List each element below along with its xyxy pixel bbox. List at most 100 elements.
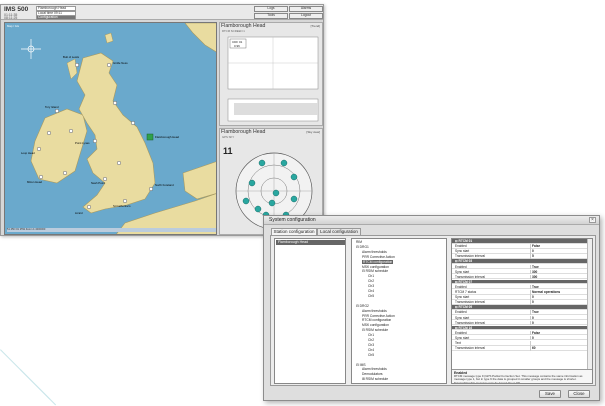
tools-button[interactable]: Tools [254,13,288,19]
property-row[interactable]: Transmission interval 0 [452,320,588,326]
logs-button[interactable]: Logs [254,6,288,12]
property-row[interactable]: Transmission interval 0 [452,300,588,305]
panel-right-label[interactable]: [Trend] [311,24,320,28]
save-button[interactable]: Save [539,390,561,398]
tree-item[interactable]: Alarm thresholds [362,250,387,254]
map-station-label[interactable]: Butt of Lewis [63,55,79,59]
property-value[interactable]: 0 [532,295,534,299]
tree-item[interactable]: ⊟ RSIM schedule [362,269,388,273]
property-key: Enabled [455,264,467,269]
property-section[interactable]: ⊟ RTCM 09 [452,305,588,310]
tree-item[interactable]: Ch4 [368,289,374,293]
tree-item[interactable]: RTCM configuration [362,259,394,264]
map-status-bar: 51 45N 01 25W Zoom 1:4000000 [7,228,216,232]
tree-item[interactable]: ⊟ RSIM schedule [362,328,388,332]
property-row[interactable]: Enabled False [452,330,588,336]
station-list-item[interactable]: Flamborough Head [276,240,345,245]
property-row[interactable]: Enabled True [452,264,588,269]
config-tree[interactable]: RIM ⊟ DRG1 Alarm thresholds PRR Corrective … [351,238,447,384]
property-value[interactable]: 0 [532,321,534,325]
map-station-label[interactable]: Tory Island [45,105,59,109]
property-value[interactable]: True [532,265,539,269]
close-button[interactable]: Close [568,390,590,398]
property-row[interactable]: RTCM 7 status Normal operations [452,290,588,295]
map-station-label[interactable]: Lizard [75,211,83,215]
property-value[interactable]: Normal operations [532,290,560,294]
property-key: ⊟ RTCM 09 [455,305,473,310]
property-row[interactable]: Enabled True [452,284,588,290]
tree-item[interactable]: Ch5 [368,294,374,298]
map-station-label[interactable]: Point Lynas [75,141,90,145]
property-row[interactable]: Sync start 0 [452,295,588,300]
property-value[interactable]: True [532,310,539,314]
property-value[interactable]: True [532,285,539,289]
property-section[interactable]: ⊟ RTCM 07 [452,279,588,285]
map-station-label[interactable]: Mizen Head [27,180,42,184]
property-value[interactable]: 60 [532,346,536,350]
property-value[interactable]: False [532,331,540,335]
property-value[interactable]: 0 [532,316,534,320]
tree-item[interactable]: Ch3 [368,284,374,288]
station-list[interactable]: Flamborough Head [274,238,346,384]
tree-item[interactable]: MSK configuration [362,265,389,269]
tree-item[interactable]: ⊟ DRG1 [356,245,369,249]
property-row[interactable]: Text [452,341,588,346]
tree-item[interactable]: Ch5 [368,353,374,357]
tree-item[interactable]: PRR Corrective Action [362,255,395,259]
property-value[interactable]: 5 [532,254,534,258]
tree-item[interactable]: ⊞ RSIM schedule [362,377,388,381]
map-station-label[interactable]: North Foreland [155,183,174,187]
property-divider [530,290,531,295]
property-row[interactable]: Sync start 300 [452,269,588,275]
property-row[interactable]: Transmission interval 300 [452,274,588,280]
property-section[interactable]: ⊟ RTCM 03 [452,259,588,264]
tree-item[interactable]: PRR Corrective Action [362,314,395,318]
map-view[interactable]: Map / Gis Flamborough Head Girdle Ness B… [4,22,217,235]
tree-item[interactable]: Ch3 [368,343,374,347]
panel-right-label[interactable]: [Sky view] [306,130,320,134]
logout-button[interactable]: Logout [289,13,323,19]
tree-item[interactable]: Ch2 [368,338,374,342]
tab-station-configuration[interactable]: Station configuration [271,228,317,235]
property-value[interactable]: 0 [532,336,534,340]
property-value[interactable]: 300 [532,275,537,279]
property-section[interactable]: ⊟ RTCM 16 [452,325,588,331]
tree-item[interactable]: Ch2 [368,279,374,283]
tree-item[interactable]: Demodulators [362,372,383,376]
tree-item[interactable]: ⊟ DRG2 [356,304,369,308]
tree-item[interactable]: RIM [356,240,362,244]
property-row[interactable]: Enabled True [452,310,588,315]
map-station-label[interactable]: Nash Point [91,181,105,185]
tree-item[interactable]: Ch1 [368,274,374,278]
property-row[interactable]: Enabled False [452,244,588,249]
property-row[interactable]: Sync start 0 [452,249,588,254]
alarms-button[interactable]: Alarms [289,6,323,12]
map-station-label[interactable]: St Catherine's [113,204,130,208]
tab-local-configuration[interactable]: Local configuration [317,228,361,235]
property-scrollbar[interactable] [587,239,592,369]
property-key: Text [455,341,461,345]
map-station-label[interactable]: Loop Head [21,151,35,155]
tree-item[interactable]: Alarm thresholds [362,309,387,313]
property-value[interactable]: 0 [532,300,534,304]
property-grid[interactable]: ⊟ RTCM 01 Enabled False Sync start 0 Transmis… [451,238,593,384]
property-row[interactable]: Sync start 0 [452,315,588,320]
tree-item[interactable]: Alarm thresholds [362,367,387,371]
property-row[interactable]: Transmission interval 60 [452,346,588,351]
property-value[interactable]: 300 [532,270,537,274]
status-field[interactable]: Configuration [36,15,76,20]
property-row[interactable]: Sync start 0 [452,335,588,341]
property-value[interactable]: 0 [532,249,534,253]
property-value[interactable]: False [532,244,540,248]
map-station-label[interactable]: Girdle Ness [113,61,128,65]
property-divider [530,244,531,249]
tree-item[interactable]: Ch1 [368,333,374,337]
map-station-label[interactable]: Flamborough Head [155,135,179,139]
tree-item[interactable]: MSK configuration [362,323,389,327]
property-row[interactable]: Transmission interval 5 [452,254,588,259]
property-section[interactable]: ⊟ RTCM 01 [452,239,588,244]
tree-item[interactable]: RTCM configuration [362,318,391,322]
tree-item[interactable]: ⊟ IMS [356,363,366,367]
tree-item[interactable]: Ch4 [368,348,374,352]
close-icon[interactable]: × [589,217,596,223]
